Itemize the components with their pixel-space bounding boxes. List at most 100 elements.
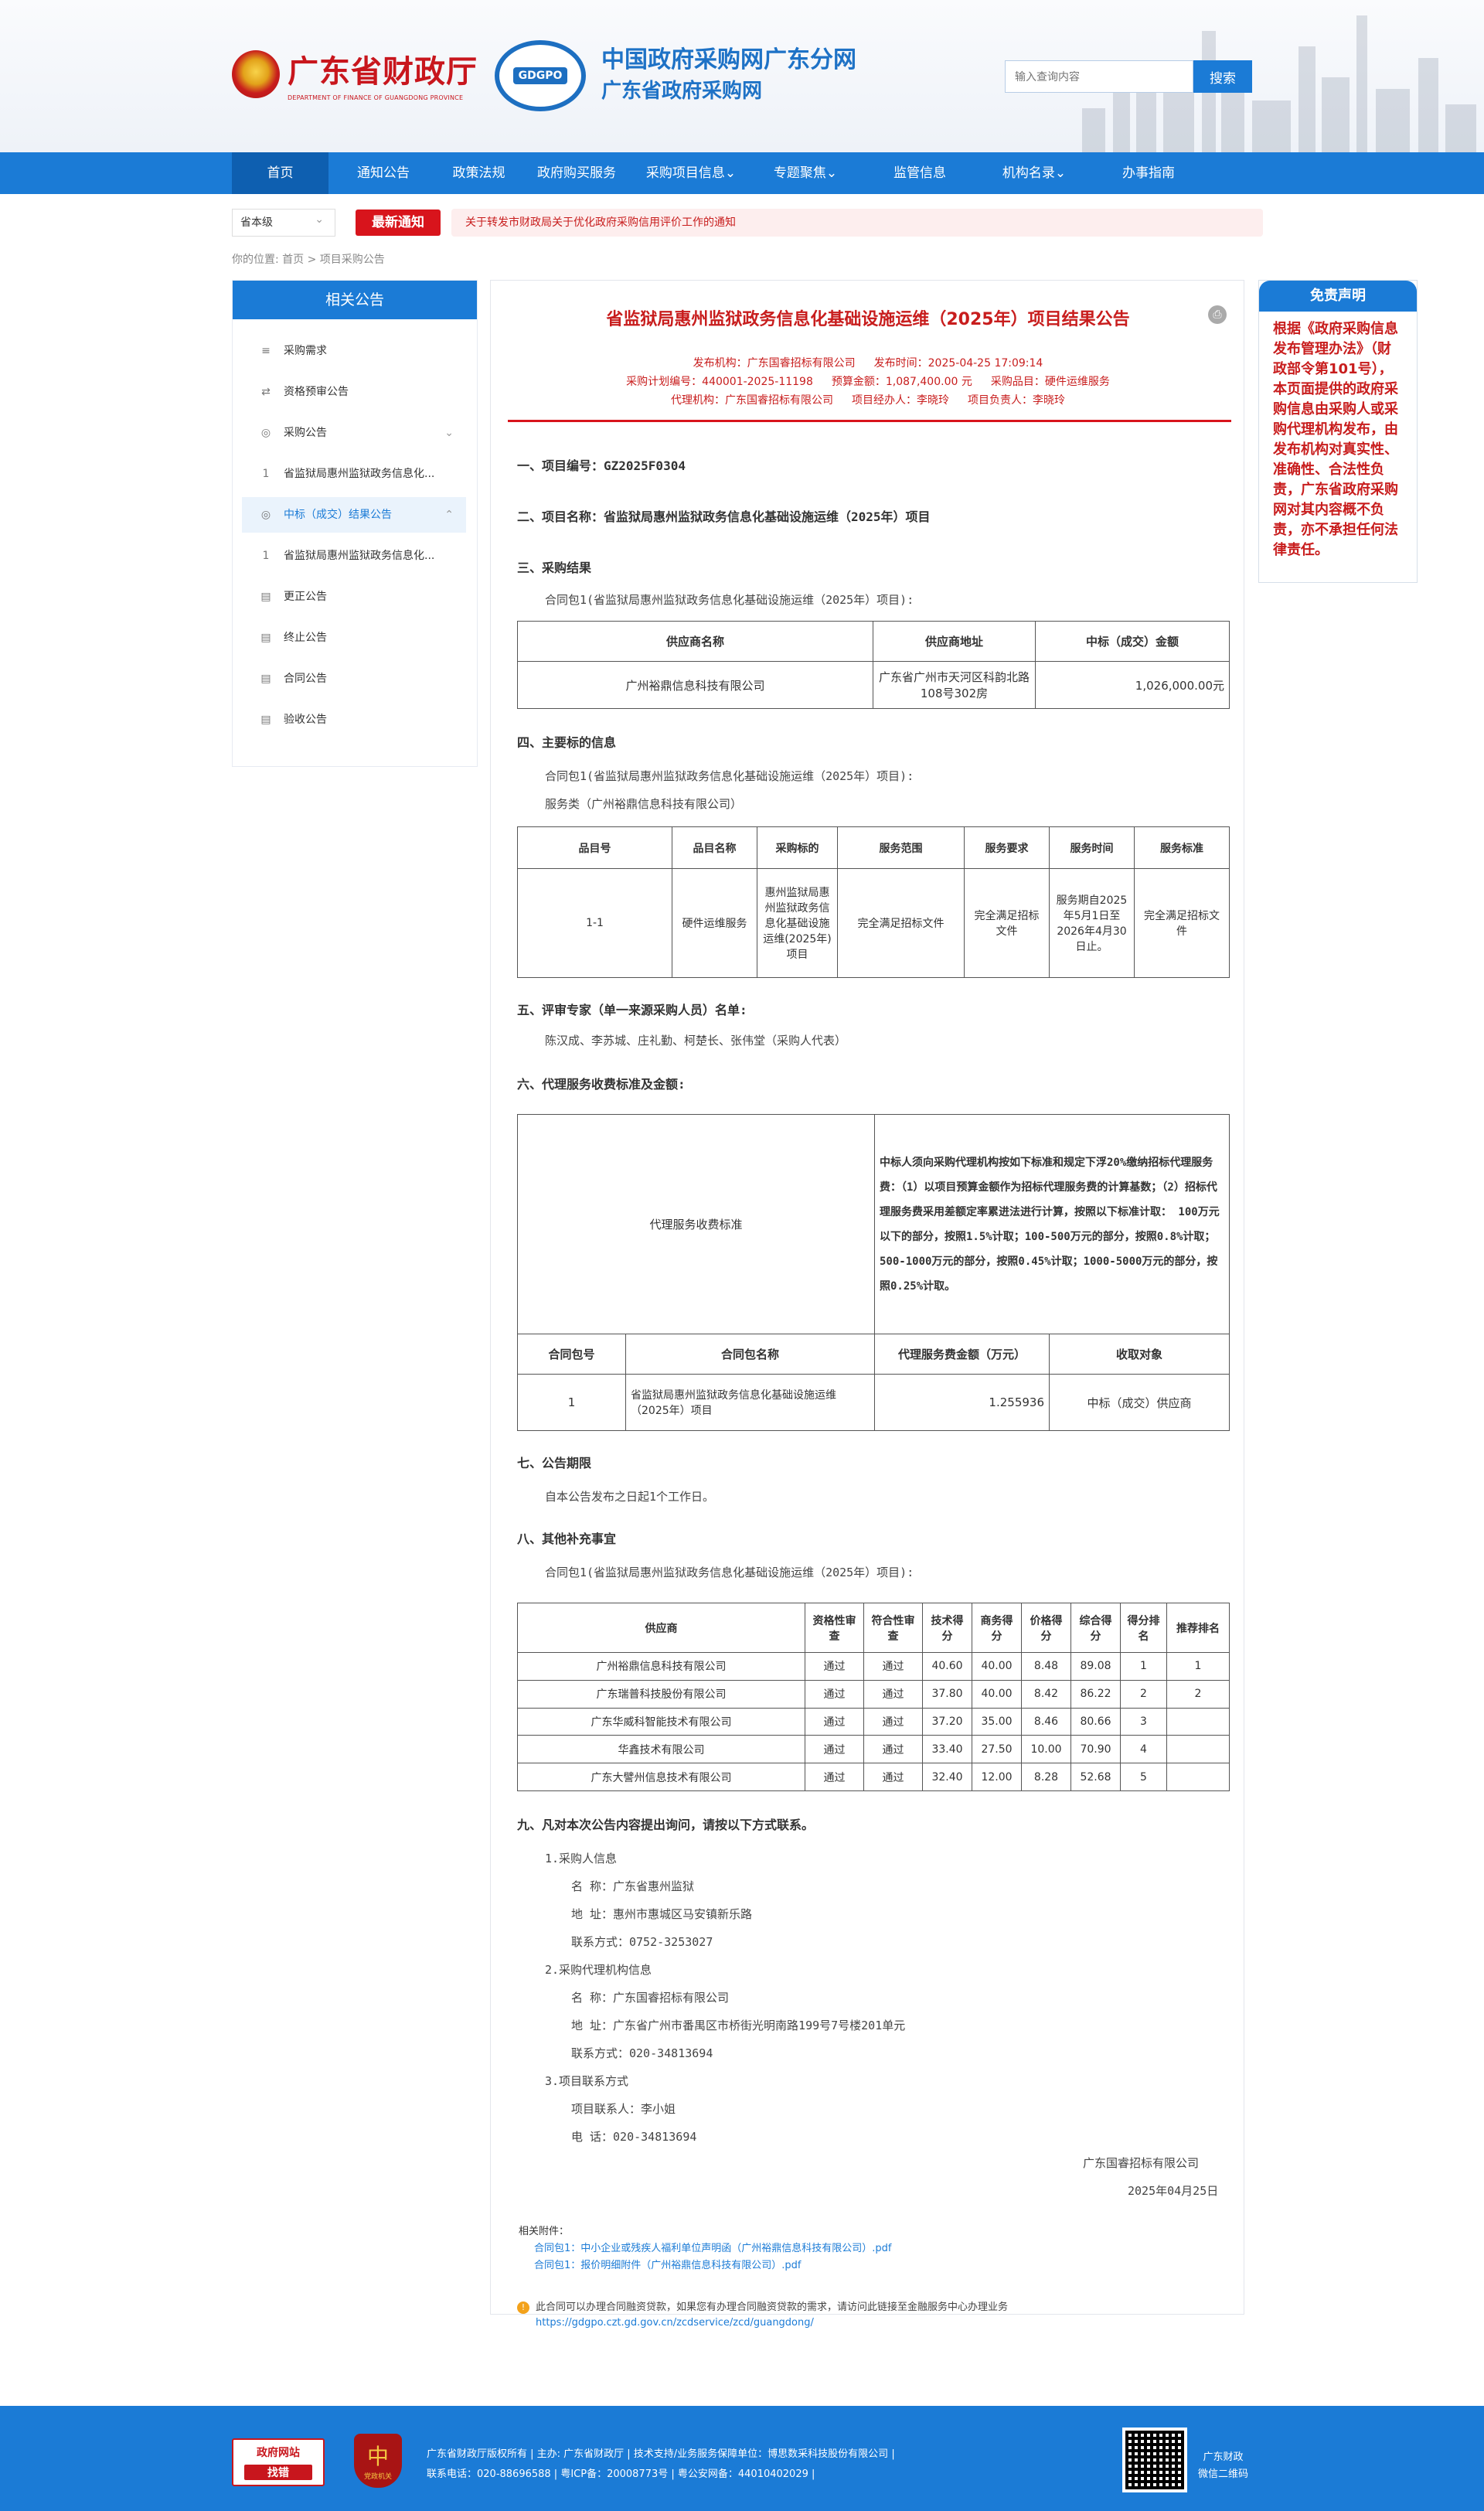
table-cell: 2 <box>1120 1679 1167 1709</box>
table-row: 广东华威科智能技术有限公司 通过 通过 37.20 35.00 8.46 80.66 3 <box>517 1707 1230 1736</box>
gdgpo-icon: GDGPO <box>495 40 586 111</box>
table-row: 广东瑞普科技股份有限公司 通过 通过 37.80 40.00 8.42 86.22 2 2 <box>517 1679 1230 1709</box>
table-cell: 33.40 <box>922 1735 972 1764</box>
table-cell: 代理服务费金额（万元） <box>874 1334 1050 1375</box>
sidebar-subitem-procurement[interactable]: 1 省监狱局惠州监狱政务信息化... <box>242 456 466 492</box>
contact-line: 联系方式：020-34813694 <box>571 2046 713 2060</box>
nav-supervision[interactable]: 监管信息 <box>863 152 977 194</box>
gdgpo-logo[interactable]: GDGPO 中国政府采购网广东分网 广东省政府采购网 <box>495 40 856 111</box>
document-icon: ▤ <box>260 591 271 603</box>
nav-home[interactable]: 首页 <box>232 152 328 194</box>
search-button[interactable]: 搜索 <box>1193 60 1252 93</box>
service-type: 服务类（广州裕鼎信息科技有限公司） <box>545 797 743 811</box>
section-supplementary: 八、其他补充事宜 <box>517 1531 617 1546</box>
table-cell: 8.28 <box>1021 1763 1071 1791</box>
table-cell: 10.00 <box>1021 1735 1071 1764</box>
table-cell: 1 <box>517 1374 626 1431</box>
table-cell: 52.68 <box>1070 1763 1121 1791</box>
site-title-secondary: 广东省政府采购网 <box>601 80 763 103</box>
qr-caption: 广东财政 微信二维码 <box>1198 2451 1249 2480</box>
table-cell: 供应商 <box>517 1603 805 1653</box>
site-footer: 政府网站 找错 中党政机关 广东省财政厅版权所有 | 主办: 广东省财政厅 | 技… <box>0 2406 1484 2511</box>
sidebar-subitem-result[interactable]: 1 省监狱局惠州监狱政务信息化... <box>242 538 466 574</box>
sidebar-item-correction[interactable]: ▤ 更正公告 <box>242 579 466 615</box>
table-cell: 服务范围 <box>837 826 965 869</box>
target-icon: ◎ <box>260 509 271 521</box>
table-cell: 1 <box>1120 1652 1167 1681</box>
table-cell: 服务时间 <box>1049 826 1135 869</box>
contact-line: 1.采购人信息 <box>545 1852 618 1865</box>
table-cell: 服务标准 <box>1134 826 1230 869</box>
table-cell: 通过 <box>805 1763 864 1791</box>
table-cell: 1 <box>1166 1652 1230 1681</box>
nav-guide[interactable]: 办事指南 <box>1091 152 1206 194</box>
site-title-primary: 中国政府采购网广东分网 <box>601 46 856 73</box>
table-cell: 供应商名称 <box>517 621 873 662</box>
table-cell: 通过 <box>863 1652 923 1681</box>
sidebar-item-award-result[interactable]: ◎ 中标（成交）结果公告 ⌃ <box>242 497 466 533</box>
nav-directory[interactable]: 机构名录⌄ <box>977 152 1091 194</box>
table-cell: 综合得分 <box>1070 1603 1121 1653</box>
section-contact: 九、凡对本次公告内容提出询问，请按以下方式联系。 <box>517 1818 815 1832</box>
nav-policies[interactable]: 政策法规 <box>438 152 519 194</box>
table-cell: 惠州监狱局惠州监狱政务信息化基础设施运维(2025年)项目 <box>757 868 838 978</box>
scoring-table: 供应商 资格性审查 符合性审查 技术得分 商务得分 价格得分 综合得分 得分排名 推荐排名 广州… <box>517 1603 1230 1791</box>
finance-dept-logo[interactable]: 广东省财政厅 DEPARTMENT OF FINANCE OF GUANGDON… <box>232 46 478 101</box>
package-label: 合同包1(省监狱局惠州监狱政务信息化基础设施运维（2025年）项目): <box>545 769 914 783</box>
contact-line: 联系方式：0752-3253027 <box>571 1935 713 1949</box>
sidebar-item-termination[interactable]: ▤ 终止公告 <box>242 620 466 656</box>
notice-ticker-link[interactable]: 关于转发市财政局关于优化政府采购信用评价工作的通知 <box>451 209 1263 237</box>
table-cell: 2 <box>1166 1679 1230 1709</box>
search-input[interactable] <box>1005 60 1193 93</box>
finance-service-link[interactable]: https://gdgpo.czt.gd.gov.cn/zcdservice/z… <box>536 2317 814 2329</box>
sidebar-item-procurement-notice[interactable]: ◎ 采购公告 ⌄ <box>242 415 466 451</box>
table-cell <box>1166 1735 1230 1764</box>
table-cell: 供应商地址 <box>873 621 1036 662</box>
level-select[interactable]: 省本级 <box>232 206 335 237</box>
table-cell: 完全满足招标文件 <box>837 868 965 978</box>
target-icon: ◎ <box>260 427 271 439</box>
nav-topics[interactable]: 专题聚焦⌄ <box>748 152 863 194</box>
nav-procurement-info[interactable]: 采购项目信息⌄ <box>634 152 748 194</box>
table-cell: 代理服务收费标准 <box>517 1114 875 1334</box>
nav-gov-purchase-services[interactable]: 政府购买服务 <box>519 152 634 194</box>
table-cell: 技术得分 <box>922 1603 972 1653</box>
search-bar: 搜索 <box>1005 60 1252 93</box>
sidebar-item-acceptance[interactable]: ▤ 验收公告 <box>242 702 466 738</box>
nav-notices[interactable]: 通知公告 <box>328 152 438 194</box>
section-project-number: 一、项目编号：GZ2025F0304 <box>517 458 686 473</box>
table-cell: 86.22 <box>1070 1679 1121 1709</box>
table-cell: 37.80 <box>922 1679 972 1709</box>
table-cell: 8.42 <box>1021 1679 1071 1709</box>
sidebar-item-contract[interactable]: ▤ 合同公告 <box>242 661 466 697</box>
disclaimer-text: 根据《政府采购信息发布管理办法》（财政部令第101号），本页面提供的政府采购信息… <box>1273 321 1398 558</box>
sidebar-item-prequalification[interactable]: ⇄ 资格预审公告 <box>242 374 466 410</box>
sidebar-item-requirements[interactable]: ≡ 采购需求 <box>242 333 466 369</box>
contact-line: 2.采购代理机构信息 <box>545 1963 652 1977</box>
swap-icon: ⇄ <box>261 386 271 398</box>
table-cell: 32.40 <box>922 1763 972 1791</box>
document-icon: ▤ <box>260 673 271 685</box>
finance-tip: ! 此合同可以办理合同融资贷款，如果您有办理合同融资贷款的需求，请访问此链接至金融… <box>517 2298 1008 2314</box>
table-cell: 通过 <box>863 1707 923 1736</box>
contact-line: 地 址：惠州市惠城区马安镇新乐路 <box>571 1907 753 1921</box>
document-icon: ▤ <box>260 714 271 726</box>
attachment-link[interactable]: 合同包1：中小企业或残疾人福利单位声明函（广州裕鼎信息科技有限公司）.pdf <box>534 2240 891 2254</box>
info-icon: ! <box>517 2301 529 2314</box>
table-cell: 40.00 <box>972 1679 1022 1709</box>
table-cell: 40.60 <box>922 1652 972 1681</box>
table-cell: 35.00 <box>972 1707 1022 1736</box>
notice-bar: 省本级 最新通知 关于转发市财政局关于优化政府采购信用评价工作的通知 <box>232 206 1263 237</box>
print-icon[interactable]: ⎙ <box>1208 305 1227 324</box>
attachment-link[interactable]: 合同包1：报价明细附件（广州裕鼎信息科技有限公司）.pdf <box>534 2257 801 2271</box>
disclaimer-panel: 免责声明 根据《政府采购信息发布管理办法》（财政部令第101号），本页面提供的政… <box>1258 280 1418 583</box>
table-cell <box>1166 1763 1230 1791</box>
party-gov-badge-icon[interactable]: 中党政机关 <box>354 2434 402 2488</box>
org-name-en: DEPARTMENT OF FINANCE OF GUANGDONG PROVI… <box>288 94 464 101</box>
gov-site-error-report-badge[interactable]: 政府网站 找错 <box>232 2438 325 2486</box>
wechat-qr-code <box>1122 2428 1187 2492</box>
article-meta-2: 采购计划编号：440001-2025-11198 预算金额：1,087,400.0… <box>626 376 1110 388</box>
latest-notice-badge: 最新通知 <box>356 210 441 236</box>
section-agency-fee: 六、代理服务收费标准及金额: <box>517 1077 686 1092</box>
agency-fee-table: 代理服务收费标准 中标人须向采购代理机构按如下标准和规定下浮20%缴纳招标代理服务… <box>517 1114 1230 1431</box>
